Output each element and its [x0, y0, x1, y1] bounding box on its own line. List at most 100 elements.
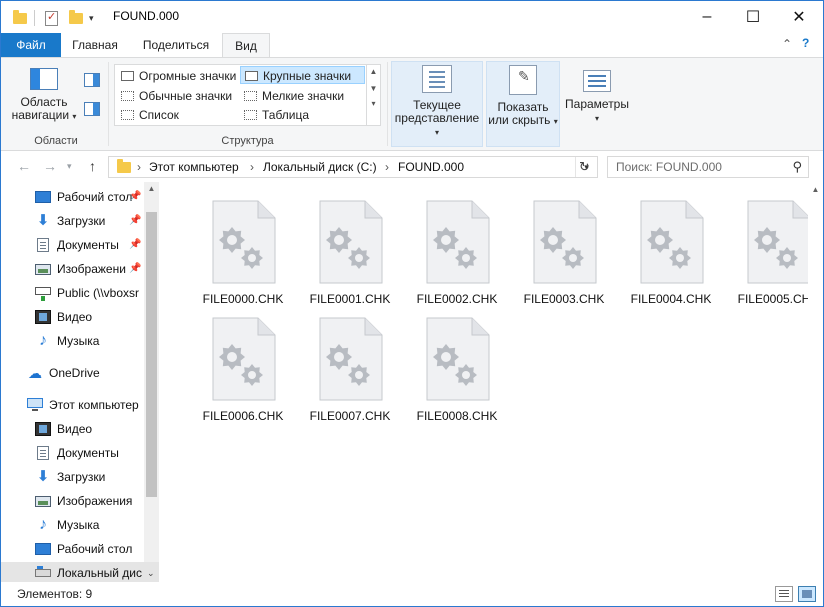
large-icons-view-icon[interactable]: [798, 586, 816, 602]
scroll-up-icon[interactable]: ▲: [808, 185, 823, 194]
scroll-up-icon[interactable]: ▲: [144, 184, 159, 193]
nav-item-pictures[interactable]: Изображени 📌: [1, 258, 144, 280]
file-item[interactable]: FILE0001.CHK: [300, 185, 400, 306]
pin-icon[interactable]: 📌: [129, 234, 141, 256]
maximize-icon[interactable]: ☐: [730, 1, 776, 33]
details-view-icon[interactable]: [775, 586, 793, 602]
recent-locations-icon[interactable]: ▾: [67, 161, 72, 172]
system-folder-icon[interactable]: [13, 9, 27, 27]
file-item[interactable]: FILE0006.CHK: [193, 302, 293, 423]
minimize-icon[interactable]: –: [684, 1, 730, 33]
pin-icon[interactable]: 📌: [129, 186, 141, 208]
new-folder-icon[interactable]: [69, 9, 83, 27]
current-view-icon: [422, 65, 452, 93]
nav-item-downloads[interactable]: ⬇ Загрузки 📌: [1, 210, 144, 232]
breadcrumb-separator[interactable]: ›: [137, 160, 141, 174]
nav-item-desktop[interactable]: Рабочий стол 📌: [1, 186, 144, 208]
address-folder-icon: [117, 159, 131, 173]
search-box[interactable]: Поиск: FOUND.000 ⚲: [607, 156, 809, 178]
pin-icon[interactable]: 📌: [129, 258, 141, 280]
back-icon[interactable]: ←: [17, 158, 31, 174]
nav-label: Public (\\vboxsr: [57, 286, 140, 300]
nav-scroll-thumb[interactable]: [146, 212, 157, 497]
expand-chevron-icon[interactable]: ⌄: [147, 562, 155, 584]
details-pane-icon[interactable]: [84, 102, 100, 116]
current-view-button[interactable]: Текущее представление ▾: [393, 65, 481, 139]
forward-icon[interactable]: →: [43, 158, 57, 174]
documents-icon: [37, 446, 49, 460]
gallery-down-icon[interactable]: ▼: [367, 84, 380, 93]
file-item[interactable]: FILE0000.CHK: [193, 185, 293, 306]
tab-share[interactable]: Поделиться: [133, 33, 219, 57]
navigation-pane-button[interactable]: Область навигации ▾: [9, 68, 79, 123]
file-item[interactable]: FILE0008.CHK: [407, 302, 507, 423]
search-icon[interactable]: ⚲: [792, 159, 802, 175]
layout-small-icons[interactable]: Мелкие значки: [240, 87, 365, 105]
ribbon-minimize-icon[interactable]: ⌃: [782, 37, 792, 51]
layout-large-icons[interactable]: Крупные значки: [240, 66, 365, 84]
nav-item-pc-desktop[interactable]: Рабочий стол: [1, 538, 144, 560]
breadcrumb-separator[interactable]: ›: [385, 160, 389, 174]
breadcrumb-local-disk[interactable]: Локальный диск (C:): [263, 160, 377, 174]
breadcrumb-found[interactable]: FOUND.000: [398, 160, 464, 174]
group-label-areas: Области: [34, 135, 78, 147]
content-scrollbar[interactable]: ▲: [808, 182, 823, 582]
extra-large-icons-icon: [121, 71, 134, 81]
show-hide-button[interactable]: Показать или скрыть ▾: [487, 65, 559, 128]
help-icon[interactable]: ?: [802, 36, 809, 50]
nav-item-videos[interactable]: Видео: [1, 306, 144, 328]
nav-item-pc-pictures[interactable]: Изображения: [1, 490, 144, 512]
group-label-layout: Структура: [221, 135, 274, 147]
nav-scrollbar[interactable]: ▲: [144, 182, 159, 562]
layout-gallery-scroll[interactable]: ▲ ▼ ▾: [366, 65, 380, 125]
refresh-icon[interactable]: ↻: [579, 159, 590, 175]
nav-item-music[interactable]: ♪ Музыка: [1, 330, 144, 352]
nav-item-pc-documents[interactable]: Документы: [1, 442, 144, 464]
layout-list[interactable]: Список: [117, 106, 239, 124]
preview-pane-icon[interactable]: [84, 73, 100, 87]
nav-item-pc-music[interactable]: ♪ Музыка: [1, 514, 144, 536]
nav-item-this-pc[interactable]: Этот компьютер: [1, 394, 144, 416]
explorer-window: ▾ FOUND.000 – ☐ ✕ Файл Главная Поделитьс…: [0, 0, 824, 607]
nav-label: Видео: [57, 310, 93, 324]
tab-view[interactable]: Вид: [222, 33, 270, 58]
nav-item-pc-videos[interactable]: Видео: [1, 418, 144, 440]
up-icon[interactable]: ↑: [89, 158, 96, 174]
properties-icon[interactable]: [45, 9, 58, 27]
file-item[interactable]: FILE0003.CHK: [514, 185, 614, 306]
nav-label: Документы: [57, 446, 119, 460]
layout-label: Таблица: [262, 108, 310, 122]
music-icon: ♪: [39, 332, 47, 349]
nav-label: Изображени: [57, 262, 126, 276]
address-bar[interactable]: › Этот компьютер › Локальный диск (C:) ›…: [108, 156, 598, 178]
options-button[interactable]: Параметры ▾: [563, 70, 631, 125]
nav-item-public-share[interactable]: Public (\\vboxsr: [1, 282, 144, 304]
nav-item-local-disk[interactable]: Локальный дис ⌄: [1, 562, 159, 584]
layout-medium-icons[interactable]: Обычные значки: [117, 87, 239, 105]
breadcrumb-this-pc[interactable]: Этот компьютер: [149, 160, 239, 174]
breadcrumb-separator[interactable]: ›: [250, 160, 254, 174]
file-item[interactable]: FILE0007.CHK: [300, 302, 400, 423]
show-hide-icon: [509, 65, 537, 95]
file-name: FILE0006.CHK: [202, 409, 284, 423]
details-icon: [244, 110, 257, 120]
gallery-up-icon[interactable]: ▲: [367, 67, 380, 76]
nav-item-pc-downloads[interactable]: ⬇ Загрузки: [1, 466, 144, 488]
nav-label: Рабочий стол: [57, 190, 133, 204]
options-icon: [583, 70, 611, 92]
system-file-icon: [212, 200, 276, 284]
nav-label: Видео: [57, 422, 93, 436]
layout-label: Мелкие значки: [262, 89, 345, 103]
nav-item-onedrive[interactable]: ☁ OneDrive: [1, 362, 144, 384]
layout-details[interactable]: Таблица: [240, 106, 365, 124]
file-item[interactable]: FILE0004.CHK: [621, 185, 721, 306]
layout-extra-large-icons[interactable]: Огромные значки: [117, 67, 239, 85]
pin-icon[interactable]: 📌: [129, 210, 141, 232]
file-item[interactable]: FILE0002.CHK: [407, 185, 507, 306]
customize-quick-access-icon[interactable]: ▾: [89, 9, 94, 27]
tab-home[interactable]: Главная: [64, 33, 126, 57]
system-file-icon: [212, 317, 276, 401]
close-icon[interactable]: ✕: [776, 1, 822, 33]
gallery-more-icon[interactable]: ▾: [367, 99, 380, 108]
nav-item-documents[interactable]: Документы 📌: [1, 234, 144, 256]
